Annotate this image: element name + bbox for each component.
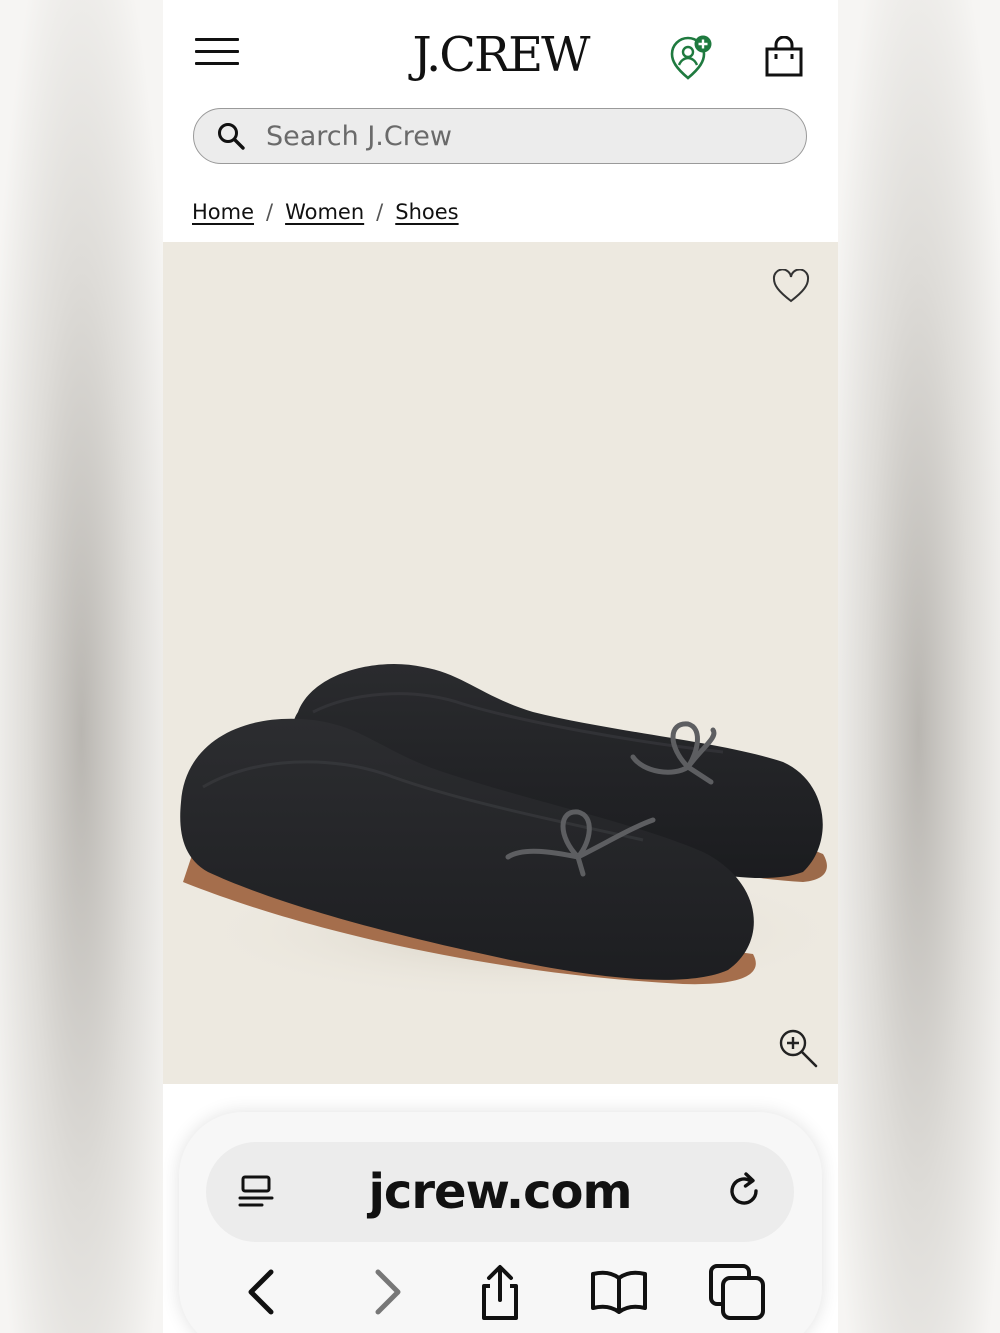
account-add-icon[interactable] <box>666 34 714 82</box>
search-input[interactable] <box>264 119 806 153</box>
zoom-in-icon[interactable] <box>777 1027 819 1069</box>
forward-arrow-icon[interactable] <box>356 1262 416 1322</box>
heart-outline-icon[interactable] <box>772 269 810 303</box>
shopping-bag-icon[interactable] <box>763 36 805 78</box>
background-blur-right <box>837 0 1000 1333</box>
breadcrumb-separator: / <box>376 200 384 224</box>
product-image-area[interactable] <box>163 242 838 1084</box>
tabs-icon[interactable] <box>707 1262 767 1322</box>
breadcrumb-women[interactable]: Women <box>285 200 364 224</box>
phone-screen: J.CREW Home / Women / Shoes <box>163 0 838 1333</box>
breadcrumb-separator: / <box>266 200 274 224</box>
product-image-slippers <box>180 664 838 1002</box>
reload-icon[interactable] <box>726 1171 766 1213</box>
search-icon <box>218 123 245 150</box>
back-arrow-icon[interactable] <box>233 1262 293 1322</box>
search-bar[interactable] <box>193 108 807 164</box>
address-bar[interactable]: jcrew.com <box>206 1142 794 1242</box>
browser-nav-row <box>179 1257 822 1327</box>
url-text[interactable]: jcrew.com <box>206 1162 794 1222</box>
share-icon[interactable] <box>470 1262 530 1322</box>
brand-logo[interactable]: J.CREW <box>163 20 838 90</box>
breadcrumb-shoes[interactable]: Shoes <box>395 200 458 224</box>
site-header: J.CREW <box>163 0 838 105</box>
bookmarks-icon[interactable] <box>589 1262 649 1322</box>
breadcrumb-home[interactable]: Home <box>192 200 254 224</box>
background-blur-left <box>0 0 163 1333</box>
browser-toolbar: jcrew.com <box>179 1112 822 1333</box>
breadcrumb: Home / Women / Shoes <box>192 200 459 224</box>
